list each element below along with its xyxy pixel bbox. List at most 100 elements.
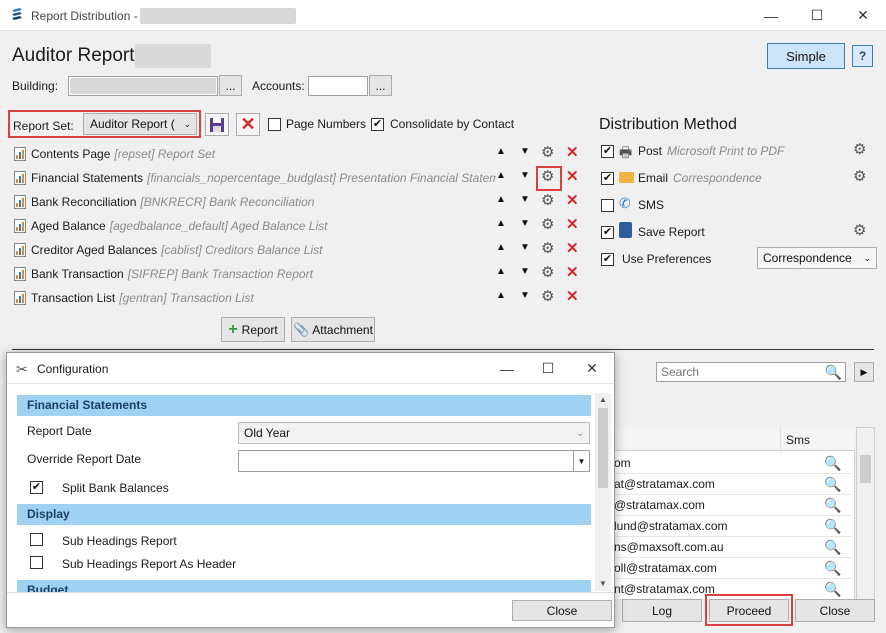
building-field[interactable] (68, 76, 218, 96)
move-down-icon[interactable]: ▼ (520, 146, 530, 157)
config-scrollbar-thumb[interactable] (598, 408, 608, 488)
log-button[interactable]: Log (622, 599, 702, 622)
contact-email-row[interactable]: lund@stratamax.com 🔍 (612, 516, 852, 537)
report-settings-gear-icon[interactable]: ⚙ (541, 191, 554, 209)
report-document-icon (14, 147, 26, 161)
move-down-icon[interactable]: ▼ (520, 242, 530, 253)
add-report-button[interactable]: + Report (221, 317, 285, 342)
report-row[interactable]: Bank Reconciliation [BNKRECR] Bank Reconc… (14, 191, 594, 213)
post-checkbox[interactable]: ✔ (601, 145, 614, 158)
remove-report-icon[interactable]: ✕ (566, 167, 579, 185)
save-reportset-button[interactable] (205, 113, 229, 136)
contact-email-row[interactable]: oll@stratamax.com 🔍 (612, 558, 852, 579)
report-date-dropdown[interactable]: Old Year ⌄ (238, 422, 590, 444)
move-up-icon[interactable]: ▲ (496, 242, 506, 253)
report-row[interactable]: Creditor Aged Balances [cablist] Creditor… (14, 239, 594, 261)
move-up-icon[interactable]: ▲ (496, 146, 506, 157)
report-settings-gear-icon[interactable]: ⚙ (541, 263, 554, 281)
config-footer-divider (7, 592, 614, 593)
email-checkbox[interactable]: ✔ (601, 172, 614, 185)
delete-reportset-button[interactable]: ✕ (236, 113, 260, 136)
building-browse-button[interactable]: ... (219, 75, 242, 96)
move-down-icon[interactable]: ▼ (520, 170, 530, 181)
lookup-search-icon[interactable]: 🔍 (824, 453, 841, 474)
lookup-search-icon[interactable]: 🔍 (824, 537, 841, 558)
move-down-icon[interactable]: ▼ (520, 266, 530, 277)
move-up-icon[interactable]: ▲ (496, 170, 506, 181)
expand-button[interactable]: ▶ (854, 362, 874, 382)
page-numbers-checkbox[interactable] (268, 118, 281, 131)
report-settings-gear-icon[interactable]: ⚙ (541, 143, 554, 161)
lookup-search-icon[interactable]: 🔍 (824, 474, 841, 495)
search-box[interactable]: 🔍 (656, 362, 846, 382)
save-report-checkbox[interactable]: ✔ (601, 226, 614, 239)
use-preferences-checkbox[interactable]: ✔ (601, 253, 614, 266)
contact-email-row[interactable]: om 🔍 (612, 453, 852, 474)
lookup-search-icon[interactable]: 🔍 (824, 516, 841, 537)
remove-report-icon[interactable]: ✕ (566, 263, 579, 281)
accounts-browse-button[interactable]: ... (369, 75, 392, 96)
config-scrollbar[interactable]: ▲ ▼ (595, 393, 611, 591)
save-settings-gear-icon[interactable]: ⚙ (853, 221, 866, 239)
scroll-up-icon[interactable]: ▲ (595, 393, 611, 407)
lookup-search-icon[interactable]: 🔍 (824, 558, 841, 579)
remove-report-icon[interactable]: ✕ (566, 215, 579, 233)
simple-button[interactable]: Simple (767, 43, 845, 69)
report-settings-gear-icon[interactable]: ⚙ (541, 287, 554, 305)
proceed-button[interactable]: Proceed (709, 599, 789, 622)
config-close-button[interactable]: Close (512, 600, 612, 621)
email-settings-gear-icon[interactable]: ⚙ (853, 167, 866, 185)
add-attachment-button[interactable]: 📎 Attachment (291, 317, 375, 342)
post-label: Post (638, 144, 663, 158)
report-document-icon (14, 195, 26, 209)
minimize-button[interactable]: — (748, 0, 794, 31)
close-button[interactable]: Close (795, 599, 875, 622)
search-input[interactable] (657, 363, 822, 381)
report-row[interactable]: Aged Balance [agedbalance_default] Aged B… (14, 215, 594, 237)
remove-report-icon[interactable]: ✕ (566, 143, 579, 161)
split-bank-checkbox[interactable]: ✔ (30, 481, 43, 494)
contact-email-row[interactable]: at@stratamax.com 🔍 (612, 474, 852, 495)
move-up-icon[interactable]: ▲ (496, 290, 506, 301)
contact-email-row[interactable]: @stratamax.com 🔍 (612, 495, 852, 516)
report-settings-gear-icon[interactable]: ⚙ (541, 239, 554, 257)
report-row[interactable]: Contents Page [repset] Report Set ▲ ▼ ⚙ ✕ (14, 143, 594, 165)
remove-report-icon[interactable]: ✕ (566, 191, 579, 209)
move-down-icon[interactable]: ▼ (520, 194, 530, 205)
report-row[interactable]: Transaction List [gentran] Transaction Li… (14, 287, 594, 309)
move-up-icon[interactable]: ▲ (496, 266, 506, 277)
move-down-icon[interactable]: ▼ (520, 218, 530, 229)
scrollbar-thumb[interactable] (860, 455, 871, 483)
config-close-window-button[interactable]: ✕ (572, 353, 612, 384)
contacts-scrollbar[interactable] (856, 427, 875, 600)
move-down-icon[interactable]: ▼ (520, 290, 530, 301)
move-up-icon[interactable]: ▲ (496, 218, 506, 229)
page-numbers-label: Page Numbers (286, 117, 367, 131)
maximize-button[interactable]: ☐ (794, 0, 840, 31)
help-button[interactable]: ? (852, 45, 873, 67)
report-settings-gear-icon[interactable]: ⚙ (541, 215, 554, 233)
move-up-icon[interactable]: ▲ (496, 194, 506, 205)
close-window-button[interactable]: ✕ (840, 0, 886, 31)
preferences-dropdown[interactable]: Correspondence ⌄ (757, 247, 877, 269)
report-set-dropdown[interactable]: Auditor Report ( ⌄ (83, 113, 197, 135)
override-date-field[interactable]: ▼ (238, 450, 590, 472)
post-settings-gear-icon[interactable]: ⚙ (853, 140, 866, 158)
report-row[interactable]: Bank Transaction [SIFREP] Bank Transactio… (14, 263, 594, 285)
report-name: Contents Page (31, 147, 111, 161)
config-minimize-button[interactable]: — (487, 353, 527, 384)
scroll-down-icon[interactable]: ▼ (595, 577, 611, 591)
sms-checkbox[interactable] (601, 199, 614, 212)
sub-headings-header-checkbox[interactable] (30, 556, 43, 569)
lookup-search-icon[interactable]: 🔍 (824, 495, 841, 516)
consolidate-checkbox[interactable]: ✔ (371, 118, 384, 131)
contact-email-row[interactable]: ns@maxsoft.com.au 🔍 (612, 537, 852, 558)
lookup-search-icon[interactable]: 🔍 (824, 579, 841, 600)
config-maximize-button[interactable]: ☐ (528, 353, 568, 384)
dropdown-arrow-icon[interactable]: ▼ (573, 451, 589, 471)
report-row[interactable]: Financial Statements [financials_nopercen… (14, 167, 594, 189)
sub-headings-checkbox[interactable] (30, 533, 43, 546)
accounts-field[interactable] (308, 76, 368, 96)
remove-report-icon[interactable]: ✕ (566, 239, 579, 257)
remove-report-icon[interactable]: ✕ (566, 287, 579, 305)
